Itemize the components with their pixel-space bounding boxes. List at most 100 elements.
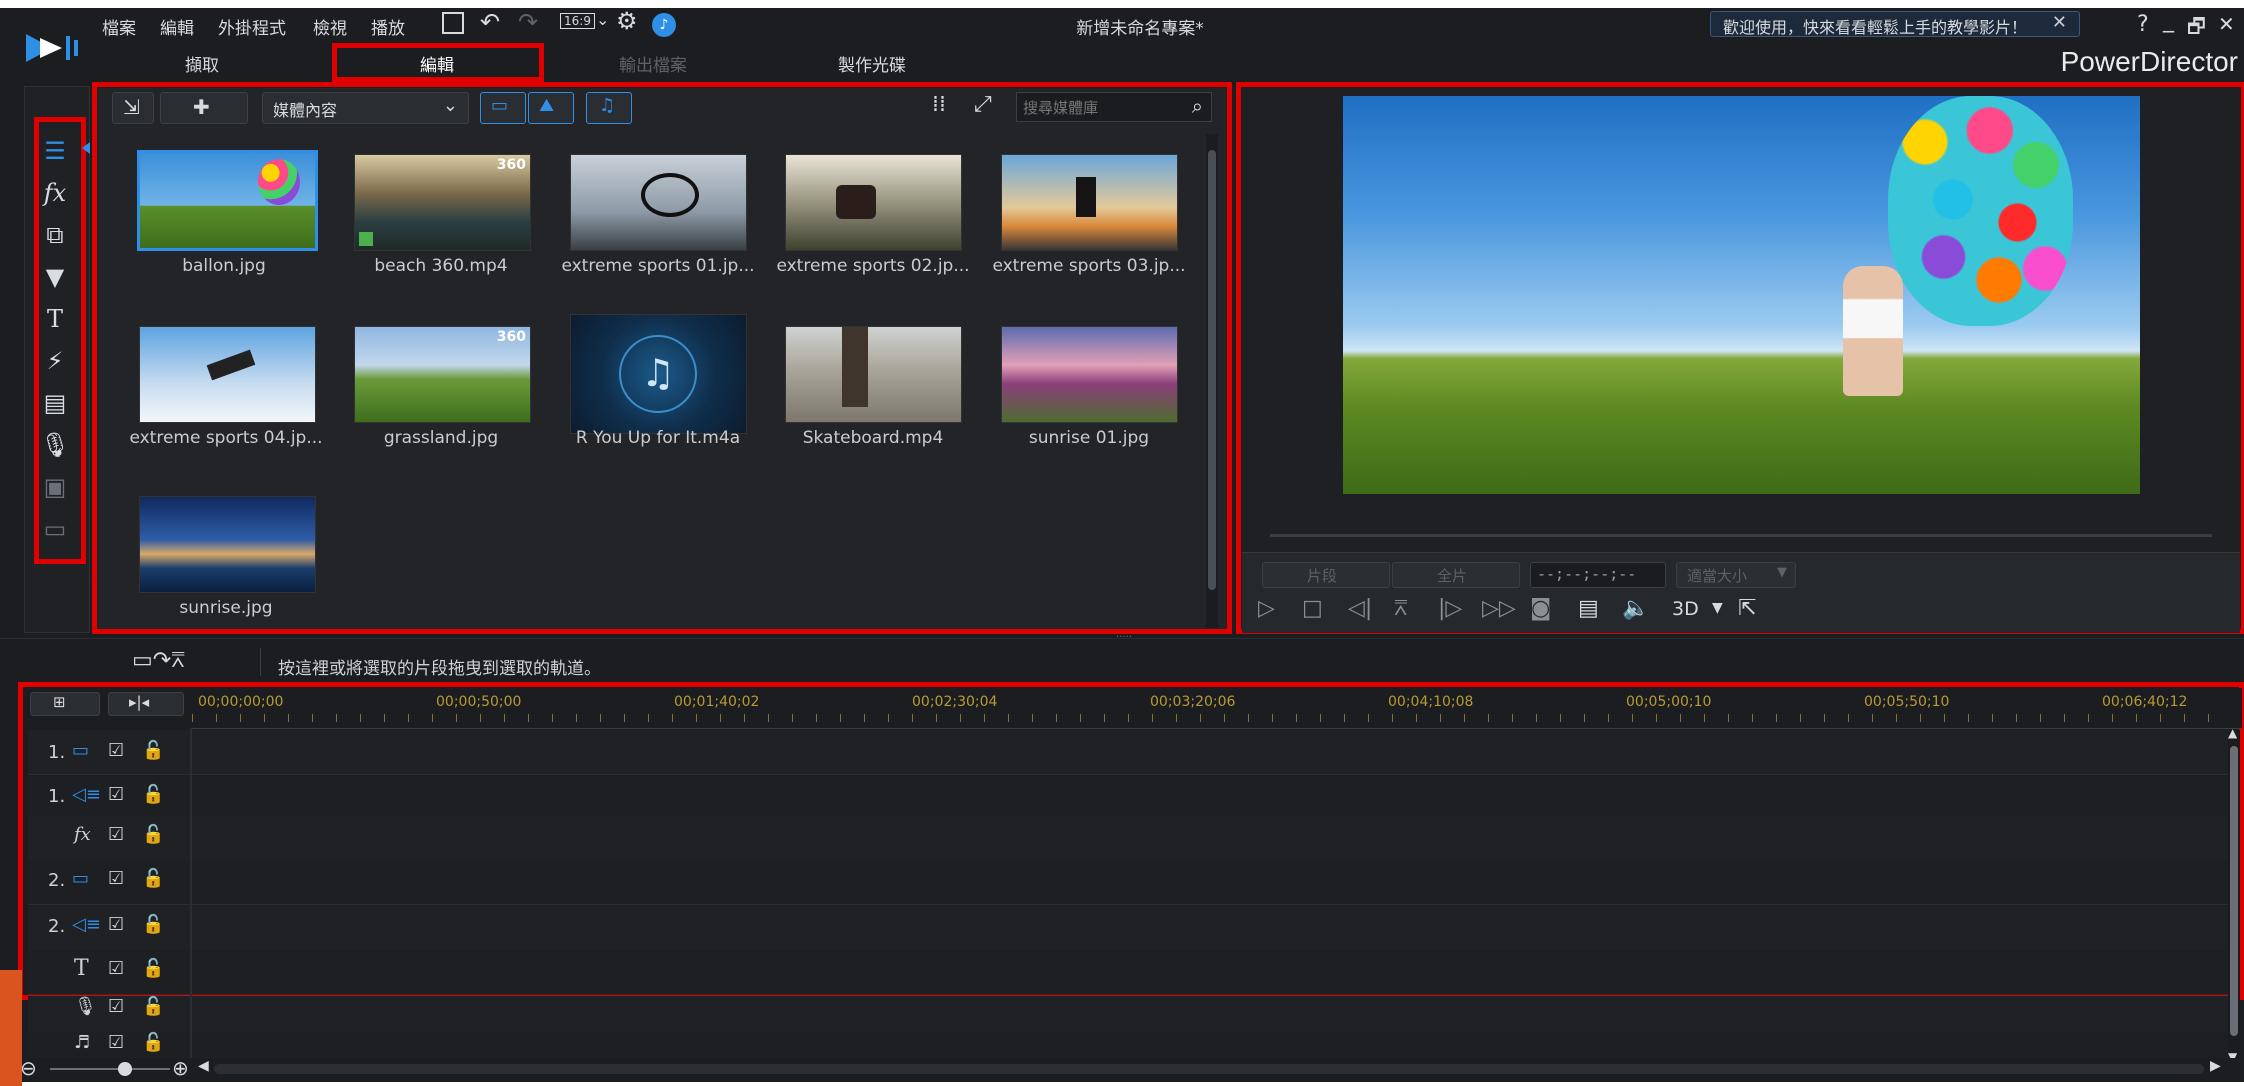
fast-forward-icon[interactable]: ▷▷ [1482, 596, 1516, 621]
play-icon[interactable]: ▷ [1258, 596, 1275, 621]
transition-room-icon[interactable]: ⚡ [40, 346, 70, 376]
undock-preview-icon[interactable]: ⇱ [1738, 596, 1756, 621]
movie-mode-button[interactable]: 全片 [1392, 562, 1520, 588]
track-enable-checkbox[interactable]: ☑ [108, 824, 124, 845]
media-thumbnail[interactable] [1001, 154, 1178, 251]
media-thumbnail[interactable]: 360 [354, 326, 531, 423]
track-enable-checkbox[interactable]: ☑ [108, 740, 124, 761]
timeline-track[interactable] [28, 950, 2238, 995]
media-content-select[interactable]: 媒體內容 ⌄ [262, 92, 469, 124]
fit-timeline-button[interactable]: ▸|◂ [108, 692, 184, 716]
zoom-in-icon[interactable]: ⊕ [172, 1056, 189, 1080]
timecode-field[interactable]: --;--;--;-- [1530, 562, 1666, 588]
scroll-left-icon[interactable]: ◀ [198, 1058, 209, 1074]
panel-splitter[interactable]: ····· [1116, 632, 1146, 643]
scrollbar-thumb[interactable] [1208, 150, 1216, 590]
media-thumbnail[interactable] [139, 496, 316, 593]
search-box[interactable]: ⌕ [1016, 92, 1212, 122]
subtitle-toggle-icon[interactable]: ▤ [1578, 596, 1599, 621]
notification-icon[interactable]: ♪ [652, 13, 676, 37]
track-lock-icon[interactable]: 🔓 [142, 914, 164, 935]
redo-icon[interactable]: ↷ [518, 8, 538, 36]
volume-icon[interactable]: 🔈 [1622, 596, 1649, 621]
minimize-button[interactable]: _ [2163, 8, 2174, 33]
zoom-slider[interactable] [50, 1062, 170, 1076]
menu-view[interactable]: 檢視 [313, 14, 347, 39]
import-media-button[interactable]: ⇲ [112, 92, 154, 124]
insert-to-track-icon[interactable]: ▭↷⩞ [132, 648, 185, 673]
close-icon[interactable]: ✕ [2052, 12, 2067, 33]
zoom-slider-thumb[interactable] [118, 1062, 132, 1076]
timeline-track[interactable] [28, 816, 2238, 861]
close-button[interactable]: ✕ [2218, 12, 2235, 36]
filter-audio-button[interactable]: ♫ [586, 92, 632, 124]
scroll-up-icon[interactable]: ▲ [2228, 726, 2237, 740]
timeline-track[interactable] [28, 860, 2238, 905]
title-room-icon[interactable]: T [40, 304, 70, 334]
fx-room-icon[interactable]: fx [40, 178, 70, 208]
menu-edit[interactable]: 編輯 [160, 14, 194, 39]
preview-seek-slider[interactable] [1270, 534, 2212, 537]
media-thumbnail[interactable] [570, 154, 747, 251]
scrollbar-thumb[interactable] [2230, 746, 2238, 1036]
track-lock-icon[interactable]: 🔓 [142, 868, 164, 889]
media-thumbnail[interactable] [1001, 326, 1178, 423]
track-manager-button[interactable]: ⊞ [30, 692, 100, 716]
settings-gear-icon[interactable]: ⚙ [616, 8, 638, 35]
track-enable-checkbox[interactable]: ☑ [108, 784, 124, 805]
pip-room-icon[interactable]: ⧉ [40, 220, 70, 250]
menu-plugins[interactable]: 外掛程式 [218, 14, 286, 39]
restore-button[interactable]: 🗗 [2187, 12, 2206, 46]
track-enable-checkbox[interactable]: ☑ [108, 996, 124, 1017]
sort-icon[interactable]: ⁞⁞ [932, 92, 946, 117]
aspect-ratio-select[interactable]: 16:9 [560, 13, 595, 29]
search-input[interactable] [1021, 96, 1175, 120]
tab-edit[interactable]: 編輯 [362, 51, 512, 76]
tab-capture[interactable]: 擷取 [127, 51, 277, 76]
search-icon[interactable]: ⌕ [1192, 94, 1203, 118]
chapter-room-icon[interactable]: ▣ [40, 472, 70, 502]
filter-image-button[interactable]: ⛰ [528, 92, 574, 124]
previous-frame-icon[interactable]: ◁| [1348, 596, 1372, 621]
save-icon[interactable] [442, 12, 464, 34]
welcome-banner[interactable]: 歡迎使用，快來看看輕鬆上手的教學影片！ ✕ [1710, 11, 2080, 37]
clip-mode-button[interactable]: 片段 [1262, 562, 1390, 588]
track-lock-icon[interactable]: 🔓 [142, 740, 164, 761]
track-lock-icon[interactable]: 🔓 [142, 784, 164, 805]
zoom-out-icon[interactable]: ⊖ [20, 1056, 37, 1080]
track-enable-checkbox[interactable]: ☑ [108, 914, 124, 935]
track-enable-checkbox[interactable]: ☑ [108, 868, 124, 889]
media-thumbnail[interactable] [139, 326, 316, 423]
tab-produce[interactable]: 輸出檔案 [578, 51, 728, 76]
help-button[interactable]: ? [2137, 12, 2149, 37]
timeline-track[interactable] [28, 906, 2238, 951]
library-scrollbar[interactable] [1206, 134, 1218, 628]
menu-file[interactable]: 檔案 [102, 14, 136, 39]
undo-icon[interactable]: ↶ [480, 8, 500, 36]
audio-mixing-room-icon[interactable]: ▤ [40, 388, 70, 418]
timeline-vertical-scrollbar[interactable]: ▲ ▼ [2228, 726, 2240, 1064]
track-enable-checkbox[interactable]: ☑ [108, 958, 124, 979]
split-icon[interactable]: ⩞ [1394, 596, 1407, 621]
fit-size-select[interactable]: 適當大小 ▼ [1676, 562, 1796, 588]
scroll-right-icon[interactable]: ▶ [2210, 1058, 2221, 1074]
track-lock-icon[interactable]: 🔓 [142, 958, 164, 979]
track-lock-icon[interactable]: 🔓 [142, 1032, 164, 1053]
subtitle-room-icon[interactable]: ▭ [40, 514, 70, 544]
menu-play[interactable]: 播放 [371, 14, 405, 39]
media-room-icon[interactable]: ☰ [40, 136, 70, 166]
particle-room-icon[interactable]: ▼ [40, 262, 70, 292]
media-thumbnail[interactable]: 360 [354, 154, 531, 251]
stop-icon[interactable]: □ [1302, 596, 1323, 621]
media-thumbnail[interactable] [785, 326, 962, 423]
timeline-horizontal-scrollbar[interactable] [214, 1064, 2204, 1074]
media-thumbnail[interactable]: ♫ [570, 314, 747, 434]
filter-video-button[interactable]: ▭ [480, 92, 526, 124]
timeline-track[interactable] [28, 730, 2238, 775]
tab-create-disc[interactable]: 製作光碟 [797, 51, 947, 76]
media-thumbnail[interactable] [137, 150, 318, 251]
snapshot-icon[interactable]: ◙ [1530, 596, 1551, 621]
chevron-down-icon[interactable]: ▼ [1712, 600, 1723, 616]
expand-icon[interactable]: ⤢ [974, 92, 992, 117]
next-frame-icon[interactable]: |▷ [1438, 596, 1462, 621]
